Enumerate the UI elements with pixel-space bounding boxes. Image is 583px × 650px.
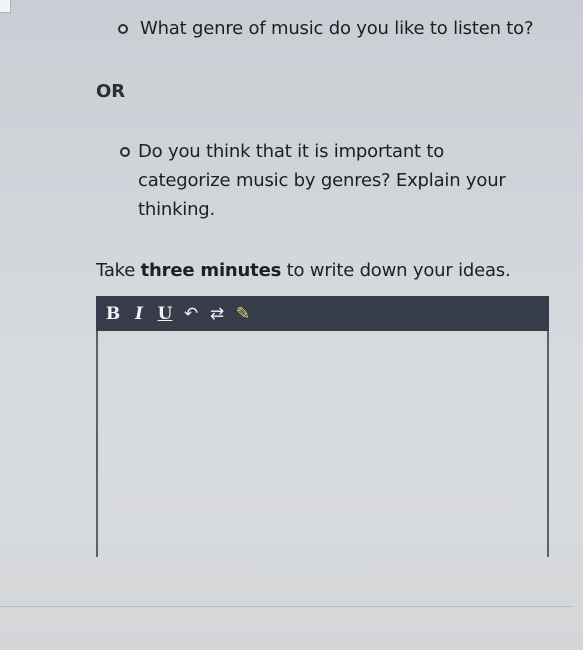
instructions: Take three minutes to write down your id…	[96, 258, 566, 284]
instructions-emphasis: three minutes	[140, 260, 282, 281]
instructions-suffix: to write down your ideas.	[281, 260, 511, 281]
corner-marker	[0, 0, 11, 13]
bullet-icon	[120, 147, 130, 157]
redo-icon[interactable]: ⇄	[208, 304, 226, 324]
underline-button[interactable]: U	[156, 304, 174, 324]
rich-text-editor: B I U ↶ ⇄ ✎	[96, 296, 549, 560]
editor-text-area[interactable]	[96, 331, 549, 557]
bullet-icon	[118, 24, 128, 34]
divider	[0, 606, 573, 607]
editor-toolbar: B I U ↶ ⇄ ✎	[96, 296, 549, 331]
instructions-prefix: Take	[96, 260, 141, 281]
question-2: Do you think that it is important to cat…	[120, 137, 520, 224]
question-1: What genre of music do you like to liste…	[118, 14, 568, 43]
question-1-text: What genre of music do you like to liste…	[140, 18, 534, 39]
undo-icon[interactable]: ↶	[182, 304, 200, 324]
question-2-text: Do you think that it is important to cat…	[138, 141, 506, 220]
pencil-icon[interactable]: ✎	[234, 304, 252, 324]
bold-button[interactable]: B	[104, 304, 122, 324]
or-separator: OR	[96, 81, 126, 102]
italic-button[interactable]: I	[130, 304, 148, 324]
